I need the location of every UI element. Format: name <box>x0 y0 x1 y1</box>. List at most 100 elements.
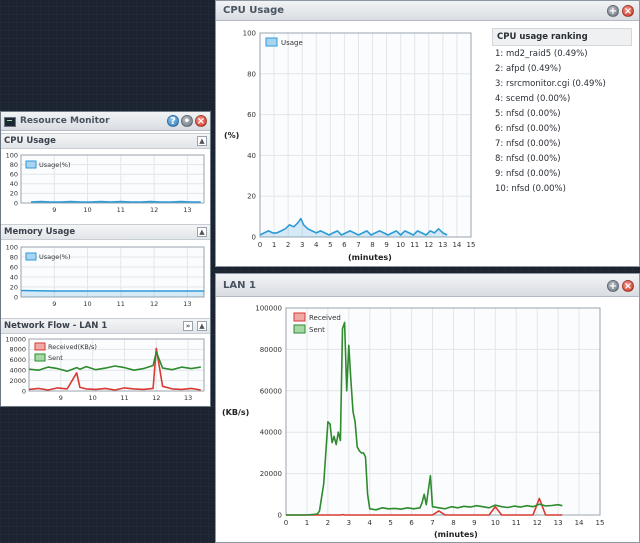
y-tick-label: 40000 <box>260 429 282 437</box>
x-tick-label: 11 <box>512 519 521 527</box>
rm-network-section-header[interactable]: Network Flow - LAN 1 » ▲ <box>1 318 210 334</box>
x-tick-label: 7 <box>430 519 434 527</box>
x-tick-label: 11 <box>410 241 419 249</box>
sent-legend-swatch <box>34 353 46 362</box>
y-tick-label: 0 <box>14 293 18 301</box>
y-tick-label: 80 <box>10 161 18 169</box>
lan1-window-titlebar[interactable]: LAN 1 + × <box>216 274 639 297</box>
received-legend-swatch <box>293 312 306 322</box>
x-tick-label: 10 <box>83 206 91 214</box>
y-tick-label: 20 <box>247 193 256 201</box>
close-icon[interactable]: × <box>622 5 634 17</box>
x-tick-label: 10 <box>83 300 91 308</box>
ranking-item: 4: scemd (0.00%) <box>495 94 571 104</box>
x-tick-label: 6 <box>342 241 347 249</box>
lan1-window-title: LAN 1 <box>223 280 256 291</box>
cpu-window-title: CPU Usage <box>223 5 285 16</box>
x-tick-label: 4 <box>314 241 319 249</box>
y-tick-label: 0 <box>278 511 282 519</box>
y-tick-label: 80000 <box>260 346 282 354</box>
cpu-legend-label: Usage <box>281 39 303 47</box>
x-tick-label: 2 <box>286 241 290 249</box>
x-tick-label: 9 <box>384 241 388 249</box>
x-tick-label: 6 <box>409 519 414 527</box>
x-tick-label: 11 <box>120 394 128 402</box>
y-tick-label: 40 <box>10 180 18 188</box>
y-tick-label: 80 <box>247 70 256 78</box>
y-tick-label: 100 <box>6 151 18 159</box>
lan1-big-xlabel: (minutes) <box>434 530 478 539</box>
ranking-item: 6: nfsd (0.00%) <box>495 124 561 134</box>
x-tick-label: 13 <box>183 206 191 214</box>
rm-cpu-chart: 9 10 11 12 13 020 40 6080 100 Usage(%) <box>6 151 205 214</box>
x-tick-label: 12 <box>533 519 542 527</box>
plus-icon[interactable]: + <box>607 280 619 292</box>
ranking-item: 3: rsrcmonitor.cgi (0.49%) <box>495 79 606 89</box>
rm-network-chart: 9 10 11 12 13 0 2000 4000 6000 8000 10000 Received… <box>5 335 205 402</box>
y-tick-label: 60 <box>10 170 18 178</box>
ranking-item: 9: nfsd (0.00%) <box>495 169 561 179</box>
x-tick-label: 12 <box>150 300 158 308</box>
rm-memory-section-header[interactable]: Memory Usage ▲ <box>1 224 210 240</box>
memory-legend-swatch <box>25 252 37 261</box>
x-tick-label: 1 <box>272 241 276 249</box>
close-icon[interactable]: × <box>622 280 634 292</box>
collapse-icon[interactable]: ▲ <box>197 136 207 146</box>
rm-cpu-section-header[interactable]: CPU Usage ▲ <box>1 133 210 149</box>
x-tick-label: 13 <box>183 300 191 308</box>
plot-area <box>259 32 472 238</box>
collapse-icon[interactable]: ▲ <box>197 227 207 237</box>
received-legend-label: Received(KB/s) <box>48 343 97 351</box>
y-tick-label: 8000 <box>9 346 26 354</box>
x-tick-label: 1 <box>305 519 309 527</box>
resource-monitor-window: Resource Monitor ? • × CPU Usage ▲ 9 10 11… <box>0 111 211 407</box>
x-tick-label: 10 <box>396 241 405 249</box>
help-icon[interactable]: ? <box>167 115 179 127</box>
settings-icon[interactable]: • <box>181 115 193 127</box>
ranking-item: 1: md2_raid5 (0.49%) <box>495 49 588 59</box>
x-tick-label: 11 <box>117 300 125 308</box>
plot-area <box>285 307 601 516</box>
cpu-legend-label: Usage(%) <box>39 161 71 169</box>
sent-legend-label: Sent <box>309 326 325 334</box>
ranking-item: 7: nfsd (0.00%) <box>495 139 561 149</box>
y-tick-label: 20000 <box>260 470 282 478</box>
y-tick-label: 0 <box>252 233 256 241</box>
cpu-big-xlabel: (minutes) <box>348 253 392 262</box>
plus-icon[interactable]: + <box>607 5 619 17</box>
terminal-icon <box>4 117 16 127</box>
x-tick-label: 12 <box>424 241 433 249</box>
x-tick-label: 2 <box>326 519 330 527</box>
ranking-item: 10: nfsd (0.00%) <box>495 184 566 194</box>
close-icon[interactable]: × <box>195 115 207 127</box>
y-tick-label: 60000 <box>260 387 282 395</box>
x-tick-label: 12 <box>150 206 158 214</box>
cpu-window-titlebar[interactable]: CPU Usage + × <box>216 1 639 21</box>
y-tick-label: 100 <box>243 29 256 37</box>
x-tick-label: 5 <box>388 519 392 527</box>
rm-titlebar[interactable]: Resource Monitor ? • × <box>1 112 210 131</box>
collapse-icon[interactable]: ▲ <box>197 321 207 331</box>
expand-icon[interactable]: » <box>183 321 193 331</box>
x-tick-label: 13 <box>184 394 192 402</box>
cpu-big-ylabel: (%) <box>224 131 239 140</box>
x-tick-label: 14 <box>575 519 584 527</box>
received-legend-swatch <box>34 342 46 351</box>
x-tick-label: 15 <box>596 519 605 527</box>
cpu-big-chart: 0 1 2 3 4 5 6 7 8 9 10 11 12 13 14 15020406080100 (%) (… <box>224 29 475 262</box>
cpu-usage-window: CPU Usage + × 0 1 2 3 4 5 6 7 8 9 10 11 12 13 14 15 0 20 4… <box>215 0 640 267</box>
rm-memory-legend: Usage(%) <box>25 252 71 261</box>
series-line-0 <box>20 289 204 292</box>
lan1-big-chart: 0 1 2 3 4 5 6 7 8 9 10 11 12 13 14 15020000400006000080… <box>222 304 605 539</box>
memory-legend-label: Usage(%) <box>39 253 71 261</box>
sent-legend-swatch <box>293 324 306 334</box>
y-tick-label: 6000 <box>9 356 26 364</box>
rm-network-header: Network Flow - LAN 1 <box>4 321 108 331</box>
rm-memory-chart: 9 10 11 12 13 0 20 40 60 80 100 Usage(%) <box>6 243 205 308</box>
y-tick-label: 20 <box>10 190 18 198</box>
x-tick-label: 9 <box>52 206 56 214</box>
rm-cpu-legend: Usage(%) <box>25 160 71 169</box>
x-tick-label: 5 <box>328 241 332 249</box>
x-tick-label: 13 <box>438 241 447 249</box>
y-tick-label: 40 <box>10 273 18 281</box>
